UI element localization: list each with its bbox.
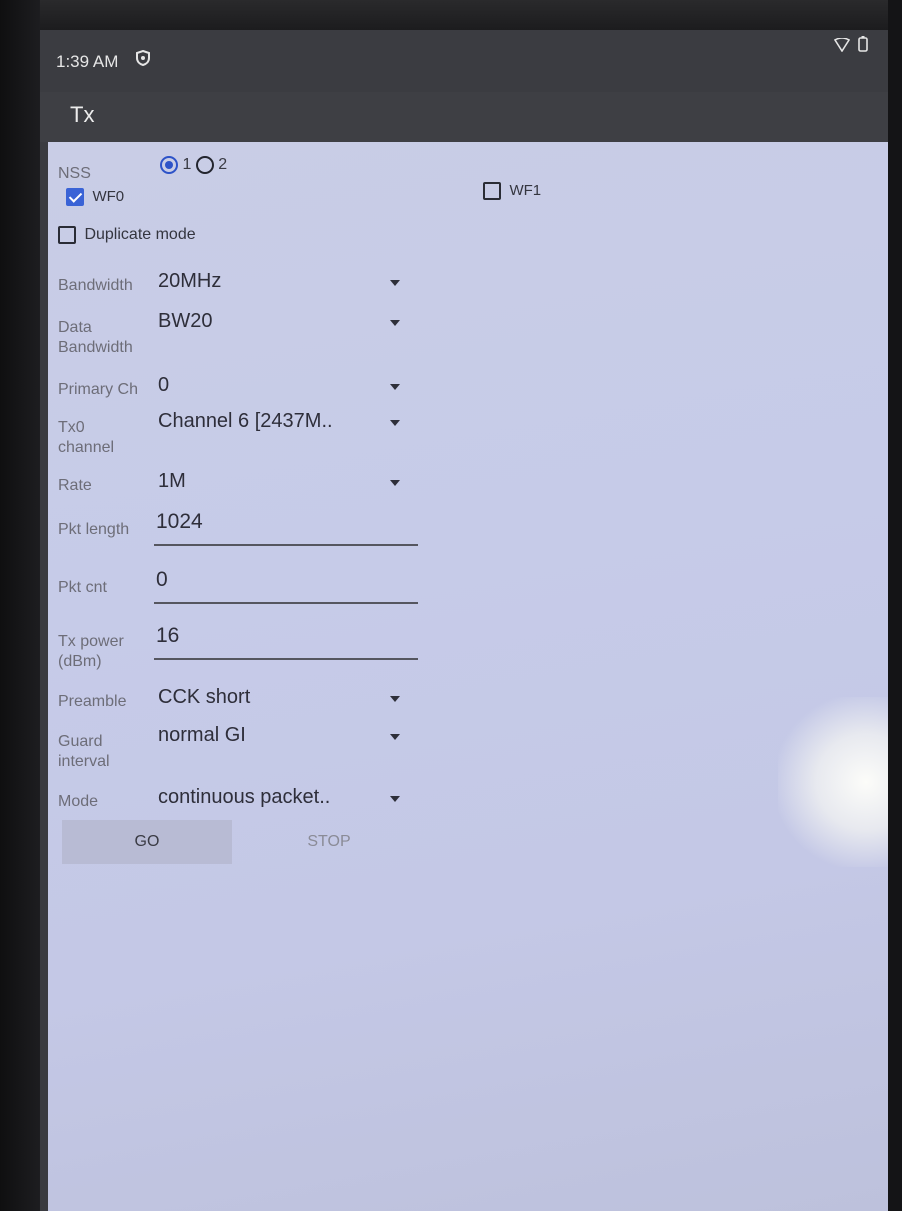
data-bandwidth-label-line1: Data <box>58 319 92 336</box>
preamble-label: Preamble <box>58 693 127 710</box>
preamble-value: CCK short <box>158 686 251 708</box>
stop-button[interactable]: STOP <box>244 820 414 864</box>
tx-power-label-line1: Tx power <box>58 633 124 650</box>
primary-ch-dropdown[interactable]: 0 <box>158 374 408 404</box>
pkt-cnt-input[interactable]: 0 <box>154 568 418 604</box>
bandwidth-value: 20MHz <box>158 270 222 292</box>
wf0-checkbox[interactable] <box>66 188 84 206</box>
caret-down-icon <box>390 384 400 390</box>
device-bezel-right <box>888 0 902 1211</box>
duplicate-mode-row[interactable]: Duplicate mode <box>58 226 196 244</box>
caret-down-icon <box>390 320 400 326</box>
pkt-cnt-value: 0 <box>156 568 168 591</box>
primary-ch-value: 0 <box>158 374 170 396</box>
caret-down-icon <box>390 420 400 426</box>
nss-option-2-label: 2 <box>218 156 228 174</box>
rate-value: 1M <box>158 470 186 492</box>
pkt-length-input[interactable]: 1024 <box>154 510 418 546</box>
tx-power-input[interactable]: 16 <box>154 624 418 660</box>
nss-option-1-label: 1 <box>182 156 192 174</box>
screen-glare <box>778 697 888 867</box>
pkt-length-value: 1024 <box>156 510 203 533</box>
nss-radio-group: 1 2 <box>160 156 227 174</box>
device-bezel-left <box>0 0 40 1211</box>
pkt-length-label: Pkt length <box>58 521 130 538</box>
data-bandwidth-value: BW20 <box>158 310 213 332</box>
device-bezel-top <box>0 0 902 30</box>
tx0-channel-label-line2: channel <box>58 439 115 456</box>
caret-down-icon <box>390 480 400 486</box>
toolbar: Tx <box>40 92 888 142</box>
tx-power-label-line2: (dBm) <box>58 653 102 670</box>
preamble-dropdown[interactable]: CCK short <box>158 686 408 716</box>
guard-interval-label-line1: Guard <box>58 733 103 750</box>
primary-ch-label: Primary Ch <box>58 381 139 398</box>
mode-dropdown[interactable]: continuous packet.. <box>158 786 408 816</box>
caret-down-icon <box>390 696 400 702</box>
caret-down-icon <box>390 796 400 802</box>
bandwidth-dropdown[interactable]: 20MHz <box>158 270 408 300</box>
page-title: Tx <box>70 102 95 127</box>
wf0-checkbox-row[interactable]: WF0 <box>66 188 124 206</box>
tx0-channel-dropdown[interactable]: Channel 6 [2437M.. <box>158 410 408 440</box>
guard-interval-dropdown[interactable]: normal GI <box>158 724 408 754</box>
data-bandwidth-label-line2: Bandwidth <box>58 339 133 356</box>
guard-interval-label: Guard interval <box>58 732 110 772</box>
guard-interval-value: normal GI <box>158 724 246 746</box>
wf1-checkbox[interactable] <box>483 182 501 200</box>
tx0-channel-label: Tx0 channel <box>58 418 114 458</box>
battery-icon <box>858 36 868 56</box>
go-button[interactable]: GO <box>62 820 232 864</box>
caret-down-icon <box>390 734 400 740</box>
pkt-cnt-underline <box>154 602 418 604</box>
tx-power-label: Tx power (dBm) <box>58 632 124 672</box>
bandwidth-label: Bandwidth <box>58 277 133 294</box>
status-icons <box>833 36 868 56</box>
shield-icon <box>136 49 150 70</box>
duplicate-mode-checkbox[interactable] <box>58 226 76 244</box>
guard-interval-label-line2: interval <box>58 753 110 770</box>
pkt-length-underline <box>154 544 418 546</box>
nss-radio-1[interactable] <box>160 156 178 174</box>
data-bandwidth-dropdown[interactable]: BW20 <box>158 310 408 340</box>
pkt-cnt-label: Pkt cnt <box>58 579 107 596</box>
rate-label: Rate <box>58 477 92 494</box>
nss-label: NSS <box>58 165 91 182</box>
device-screen: 1:39 AM Tx NSS 1 2 WF0 WF1 Duplicate mod… <box>40 30 888 1211</box>
wf1-checkbox-row[interactable]: WF1 <box>483 182 541 200</box>
data-bandwidth-label: Data Bandwidth <box>58 318 133 358</box>
wifi-icon <box>833 37 858 56</box>
mode-value: continuous packet.. <box>158 786 331 808</box>
status-time: 1:39 AM <box>56 52 119 71</box>
mode-label: Mode <box>58 793 99 810</box>
rate-dropdown[interactable]: 1M <box>158 470 408 500</box>
status-bar: 1:39 AM <box>40 30 888 92</box>
tx0-channel-label-line1: Tx0 <box>58 419 85 436</box>
wf1-label: WF1 <box>509 182 542 200</box>
tx0-channel-value: Channel 6 [2437M.. <box>158 410 333 432</box>
nss-radio-2[interactable] <box>195 156 214 174</box>
tx-power-underline <box>154 658 418 660</box>
caret-down-icon <box>390 280 400 286</box>
tx-power-value: 16 <box>156 624 180 647</box>
wf0-label: WF0 <box>92 188 125 206</box>
tx-settings-panel: NSS 1 2 WF0 WF1 Duplicate mode Bandwidth… <box>48 142 888 1211</box>
duplicate-mode-label: Duplicate mode <box>84 226 196 244</box>
